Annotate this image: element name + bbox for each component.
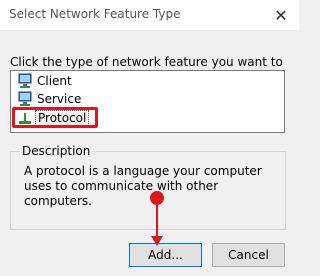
feature-list[interactable]: Client Service Protocol: [10, 70, 285, 133]
list-item-client[interactable]: Client: [17, 73, 74, 89]
window-title: Select Network Feature Type: [9, 7, 181, 21]
client-icon: [17, 73, 33, 89]
close-icon[interactable]: ✕: [263, 0, 299, 30]
description-text: A protocol is a language your computer u…: [24, 164, 262, 208]
annotation-arrow: [150, 191, 164, 246]
description-title: Description: [20, 144, 93, 158]
description-group: Description A protocol is a language you…: [10, 144, 286, 230]
service-label: Service: [37, 92, 82, 106]
cancel-button[interactable]: Cancel: [212, 243, 285, 267]
add-button[interactable]: Add...: [129, 243, 202, 267]
protocol-icon: [17, 110, 33, 126]
service-icon: [17, 91, 33, 107]
list-item-service[interactable]: Service: [17, 91, 83, 107]
title-bar: Select Network Feature Type ✕: [0, 0, 299, 31]
client-label: Client: [37, 74, 72, 88]
protocol-label: Protocol: [35, 110, 90, 126]
list-item-protocol[interactable]: Protocol: [17, 110, 90, 126]
